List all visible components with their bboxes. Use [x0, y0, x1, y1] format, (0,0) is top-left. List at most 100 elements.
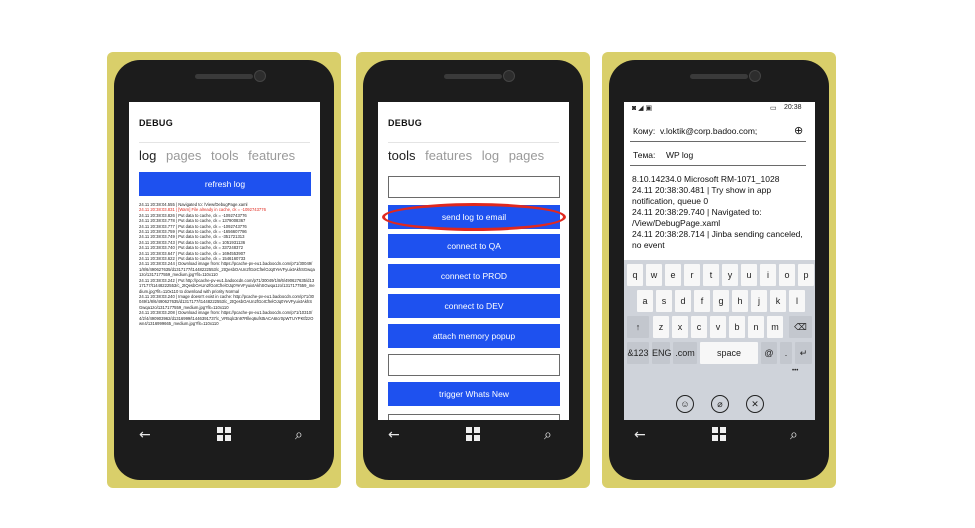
- key-s[interactable]: s: [656, 290, 672, 312]
- key-b[interactable]: b: [729, 316, 745, 338]
- key-l[interactable]: l: [789, 290, 805, 312]
- pivot-tab-tools[interactable]: tools: [211, 148, 238, 163]
- key-w[interactable]: w: [646, 264, 662, 286]
- pivot-tab-log[interactable]: log: [139, 148, 156, 163]
- pivot-header: log pages tools features: [139, 148, 301, 163]
- key-v[interactable]: v: [710, 316, 726, 338]
- phone-email: ◙ ◢ ▣ ▭ 20:38 Кому: v.loktik@corp.badoo.…: [602, 52, 836, 488]
- dot-key[interactable]: .: [780, 342, 792, 364]
- back-icon[interactable]: ←: [388, 427, 400, 443]
- status-bar: ◙ ◢ ▣ ▭ 20:38: [624, 102, 815, 116]
- app-title: DEBUG: [388, 118, 423, 128]
- windows-start-icon[interactable]: [466, 427, 480, 441]
- to-value[interactable]: v.loktik@corp.badoo.com;: [660, 126, 757, 136]
- highlight-ellipse: [382, 203, 566, 231]
- send-log-to-email-button[interactable]: send log to email: [382, 203, 566, 231]
- tools-text-input-3[interactable]: [388, 414, 560, 420]
- key-z[interactable]: z: [653, 316, 669, 338]
- nav-bar: ← ⌕: [378, 424, 569, 448]
- search-icon[interactable]: ⌕: [544, 427, 552, 443]
- attach-memory-popup-button[interactable]: attach memory popup: [388, 324, 560, 348]
- key-g[interactable]: g: [713, 290, 729, 312]
- key-q[interactable]: q: [627, 264, 643, 286]
- trigger-whats-new-button[interactable]: trigger Whats New: [388, 382, 560, 406]
- pivot-tab-log[interactable]: log: [482, 148, 499, 163]
- key-p[interactable]: p: [798, 264, 814, 286]
- earpiece: [195, 74, 253, 79]
- phone-body: DEBUG tools features log pages send log …: [363, 60, 583, 480]
- connect-to-prod-button[interactable]: connect to PROD: [388, 264, 560, 288]
- to-field[interactable]: Кому: v.loktik@corp.badoo.com; ⊕: [630, 124, 806, 142]
- screen-tools: DEBUG tools features log pages send log …: [378, 102, 569, 420]
- phone-body: DEBUG log pages tools features refresh l…: [114, 60, 334, 480]
- key-n[interactable]: n: [748, 316, 764, 338]
- key-x[interactable]: x: [672, 316, 688, 338]
- more-options-icon[interactable]: •••: [792, 368, 798, 374]
- key-e[interactable]: e: [665, 264, 681, 286]
- key-y[interactable]: y: [722, 264, 738, 286]
- key-h[interactable]: h: [732, 290, 748, 312]
- front-camera: [749, 70, 761, 82]
- keyboard-suggestion-bar: ☺ ⌀ ✕: [624, 390, 815, 420]
- back-icon[interactable]: ←: [634, 427, 646, 443]
- pivot-tab-pages[interactable]: pages: [166, 148, 201, 163]
- pivot-tab-features[interactable]: features: [248, 148, 295, 163]
- connect-to-dev-button[interactable]: connect to DEV: [388, 294, 560, 318]
- shift-key[interactable]: ↑: [627, 316, 649, 338]
- key-m[interactable]: m: [767, 316, 783, 338]
- key-u[interactable]: u: [741, 264, 757, 286]
- status-time: 20:38: [784, 104, 802, 111]
- divider: [388, 142, 559, 143]
- body-line: 24.11 20:38:29.740 | Navigated to: /View…: [632, 207, 762, 228]
- body-line: 8.10.14234.0 Microsoft RM-1071_1028: [632, 174, 780, 184]
- discard-icon[interactable]: ✕: [746, 395, 764, 413]
- front-camera: [254, 70, 266, 82]
- search-icon[interactable]: ⌕: [790, 427, 798, 443]
- key-j[interactable]: j: [751, 290, 767, 312]
- key-t[interactable]: t: [703, 264, 719, 286]
- dotcom-key[interactable]: .com: [673, 342, 697, 364]
- subject-field[interactable]: Тема: WP log: [630, 148, 806, 166]
- key-o[interactable]: o: [779, 264, 795, 286]
- pivot-tab-pages[interactable]: pages: [509, 148, 544, 163]
- pivot-tab-features[interactable]: features: [425, 148, 472, 163]
- emoji-icon[interactable]: ☺: [676, 395, 694, 413]
- divider: [139, 142, 310, 143]
- space-key[interactable]: space: [700, 342, 758, 364]
- to-label: Кому:: [633, 126, 656, 136]
- windows-start-icon[interactable]: [217, 427, 231, 441]
- enter-key[interactable]: ↵: [795, 342, 812, 364]
- key-a[interactable]: a: [637, 290, 653, 312]
- email-body[interactable]: 8.10.14234.0 Microsoft RM-1071_1028 24.1…: [632, 174, 808, 251]
- search-icon[interactable]: ⌕: [295, 427, 303, 443]
- windows-start-icon[interactable]: [712, 427, 726, 441]
- earpiece: [690, 74, 748, 79]
- add-recipient-icon[interactable]: ⊕: [794, 124, 803, 137]
- key-k[interactable]: k: [770, 290, 786, 312]
- key-c[interactable]: c: [691, 316, 707, 338]
- key-i[interactable]: i: [760, 264, 776, 286]
- backspace-key[interactable]: ⌫: [789, 316, 812, 338]
- refresh-log-button[interactable]: refresh log: [139, 172, 311, 196]
- body-line: 24.11 20:38:28.714 | Jinba sending cance…: [632, 229, 803, 250]
- at-key[interactable]: @: [761, 342, 777, 364]
- key-d[interactable]: d: [675, 290, 691, 312]
- language-key[interactable]: ENG: [652, 342, 672, 364]
- attach-icon[interactable]: ⌀: [711, 395, 729, 413]
- key-r[interactable]: r: [684, 264, 700, 286]
- earpiece: [444, 74, 502, 79]
- front-camera: [503, 70, 515, 82]
- subject-label: Тема:: [633, 150, 656, 160]
- nav-bar: ← ⌕: [624, 424, 815, 448]
- back-icon[interactable]: ←: [139, 427, 151, 443]
- subject-value[interactable]: WP log: [666, 150, 693, 160]
- tools-text-input-2[interactable]: [388, 354, 560, 376]
- pivot-tab-tools[interactable]: tools: [388, 148, 415, 163]
- key-f[interactable]: f: [694, 290, 710, 312]
- symbols-key[interactable]: &123: [627, 342, 649, 364]
- phone-body: ◙ ◢ ▣ ▭ 20:38 Кому: v.loktik@corp.badoo.…: [609, 60, 829, 480]
- battery-icon: ▭: [770, 105, 777, 112]
- screen-log: DEBUG log pages tools features refresh l…: [129, 102, 320, 420]
- connect-to-qa-button[interactable]: connect to QA: [388, 234, 560, 258]
- tools-text-input[interactable]: [388, 176, 560, 198]
